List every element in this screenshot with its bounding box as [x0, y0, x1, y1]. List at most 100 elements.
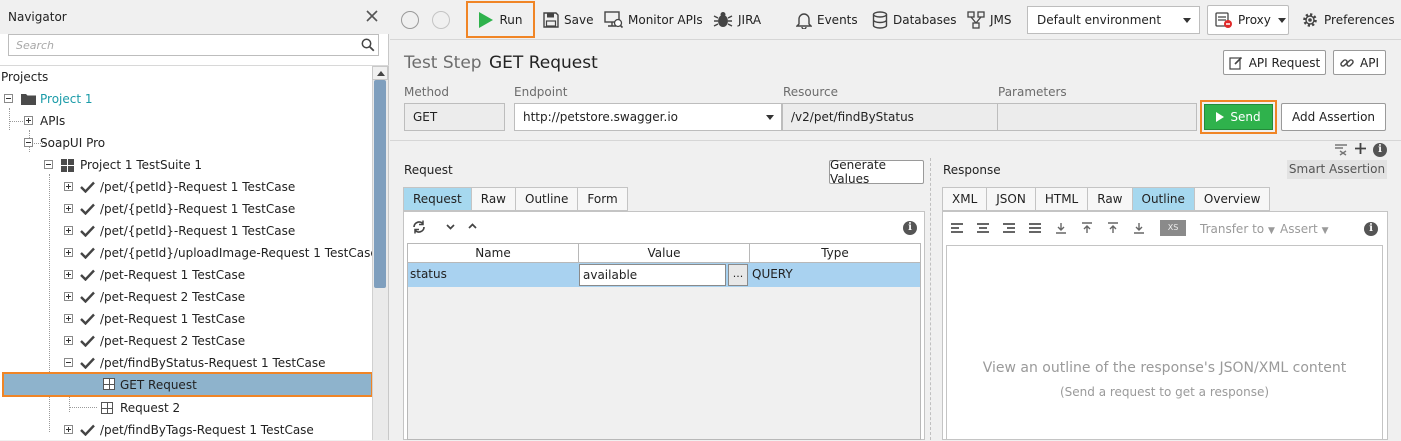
send-button[interactable]: Send: [1204, 104, 1273, 130]
jira-button[interactable]: JIRA: [713, 0, 761, 40]
table-row[interactable]: status available ... QUERY: [408, 263, 920, 287]
tab-outline[interactable]: Outline: [515, 187, 578, 211]
add-assertion-button[interactable]: Add Assertion: [1281, 103, 1386, 131]
tree-item-label: Project 1: [40, 92, 93, 106]
scroll-up-icon[interactable]: [372, 66, 388, 80]
run-button[interactable]: Run: [466, 1, 535, 38]
save-button[interactable]: Save: [543, 0, 593, 40]
chevron-down-icon[interactable]: [446, 224, 455, 230]
tree-item-testcase[interactable]: /pet-Request 2 TestCase: [0, 330, 372, 352]
tab-form[interactable]: Form: [577, 187, 628, 211]
tab-request[interactable]: Request: [403, 187, 471, 211]
refresh-icon[interactable]: [412, 220, 426, 234]
tab-raw[interactable]: Raw: [470, 187, 515, 211]
collapse-toggle[interactable]: [44, 160, 53, 169]
back-icon[interactable]: [401, 11, 419, 29]
align-justify-icon[interactable]: [1029, 223, 1041, 233]
environment-select[interactable]: Default environment: [1027, 6, 1200, 34]
expand-all-icon[interactable]: [1055, 222, 1067, 234]
api-button[interactable]: API: [1333, 50, 1386, 75]
proxy-button[interactable]: Proxy: [1207, 5, 1289, 35]
move-down-icon[interactable]: [1133, 222, 1145, 234]
generate-values-button[interactable]: Generate Values: [829, 158, 924, 186]
tree-item-testsuite[interactable]: Project 1 TestSuite 1: [0, 154, 372, 176]
chevron-up-icon[interactable]: [468, 223, 477, 229]
info-icon[interactable]: i: [1373, 143, 1387, 157]
events-button[interactable]: Events: [796, 0, 858, 40]
bug-icon: [713, 12, 733, 27]
tree-item-apis[interactable]: APIs: [0, 110, 372, 132]
clear-format-icon[interactable]: [1334, 144, 1348, 156]
plus-icon[interactable]: [1354, 142, 1367, 155]
panel-splitter[interactable]: [930, 158, 931, 440]
tab-outline[interactable]: Outline: [1131, 187, 1194, 211]
tree-item-testcase[interactable]: /pet-Request 1 TestCase: [0, 264, 372, 286]
tree-item-soapui-pro[interactable]: SoapUI Pro: [0, 132, 372, 154]
tab-xml[interactable]: XML: [942, 187, 987, 211]
tab-overview[interactable]: Overview: [1193, 187, 1271, 211]
collapse-toggle[interactable]: [64, 358, 73, 367]
align-left-icon[interactable]: [951, 223, 963, 233]
tree-item-project[interactable]: Project 1: [0, 88, 372, 110]
monitor-apis-button[interactable]: Monitor APIs: [604, 0, 703, 40]
move-up-icon[interactable]: [1107, 222, 1119, 234]
tree-item-label: /pet-Request 1 TestCase: [100, 268, 246, 282]
search-icon[interactable]: [361, 38, 375, 52]
expand-toggle[interactable]: [64, 226, 73, 235]
method-field[interactable]: GET: [404, 103, 505, 131]
api-label: API: [1360, 55, 1379, 70]
expand-toggle[interactable]: [64, 314, 73, 323]
column-header-value[interactable]: Value: [579, 244, 750, 263]
tree-item-testcase[interactable]: /pet/{petId}-Request 1 TestCase: [0, 220, 372, 242]
column-header-name[interactable]: Name: [408, 244, 579, 263]
close-icon[interactable]: [365, 9, 379, 23]
tree-item-testcase[interactable]: /pet-Request 2 TestCase: [0, 286, 372, 308]
scrollbar-thumb[interactable]: [374, 80, 386, 288]
assert-dropdown[interactable]: Assert ▼: [1280, 222, 1328, 236]
expand-toggle[interactable]: [64, 425, 73, 434]
expand-toggle[interactable]: [64, 292, 73, 301]
parameters-field[interactable]: [997, 103, 1197, 131]
tab-raw[interactable]: Raw: [1087, 187, 1132, 211]
chevron-down-icon: [1277, 17, 1286, 23]
expand-toggle[interactable]: [24, 116, 33, 125]
xsd-badge[interactable]: XS: [1160, 220, 1186, 236]
collapse-all-icon[interactable]: [1081, 222, 1093, 234]
chevron-down-icon: ▼: [1321, 226, 1329, 236]
jms-button[interactable]: JMS: [967, 0, 1012, 40]
proxy-label: Proxy: [1238, 13, 1271, 27]
tab-html[interactable]: HTML: [1034, 187, 1088, 211]
tree-item-testcase[interactable]: /pet-Request 1 TestCase: [0, 308, 372, 330]
endpoint-select[interactable]: http://petstore.swagger.io: [514, 103, 782, 131]
expand-toggle[interactable]: [64, 270, 73, 279]
expand-toggle[interactable]: [64, 336, 73, 345]
forward-icon[interactable]: [432, 11, 450, 29]
align-right-icon[interactable]: [1003, 223, 1015, 233]
tab-json[interactable]: JSON: [986, 187, 1035, 211]
expand-toggle[interactable]: [64, 182, 73, 191]
expand-toggle[interactable]: [64, 248, 73, 257]
column-header-type[interactable]: Type: [750, 244, 920, 263]
preferences-button[interactable]: Preferences: [1301, 0, 1395, 40]
param-value-input[interactable]: available: [579, 264, 726, 286]
ellipsis-button[interactable]: ...: [728, 264, 748, 286]
smart-assertion-button[interactable]: Smart Assertion: [1287, 160, 1387, 179]
expand-toggle[interactable]: [64, 204, 73, 213]
info-icon[interactable]: i: [903, 221, 917, 235]
collapse-toggle[interactable]: [24, 138, 33, 147]
api-request-button[interactable]: API Request: [1223, 50, 1326, 75]
info-icon[interactable]: i: [1364, 222, 1378, 236]
resource-field[interactable]: /v2/pet/findByStatus: [782, 103, 998, 131]
tree-item-testcase[interactable]: /pet/findByTags-Request 1 TestCase: [0, 419, 372, 441]
databases-button[interactable]: Databases: [872, 0, 957, 40]
tree-item-request-2[interactable]: Request 2: [0, 397, 372, 419]
tree-item-get-request[interactable]: GET Request: [2, 372, 373, 397]
tree-item-testcase[interactable]: /pet/findByStatus-Request 1 TestCase: [0, 352, 372, 374]
tree-item-testcase[interactable]: /pet/{petId}-Request 1 TestCase: [0, 198, 372, 220]
transfer-to-dropdown[interactable]: Transfer to ▼: [1200, 222, 1275, 236]
collapse-toggle[interactable]: [4, 94, 13, 103]
tree-item-testcase[interactable]: /pet/{petId}-Request 1 TestCase: [0, 176, 372, 198]
align-center-icon[interactable]: [977, 223, 989, 233]
tree-item-testcase[interactable]: /pet/{petId}/uploadImage-Request 1 TestC…: [0, 242, 372, 264]
search-input[interactable]: [9, 35, 349, 55]
